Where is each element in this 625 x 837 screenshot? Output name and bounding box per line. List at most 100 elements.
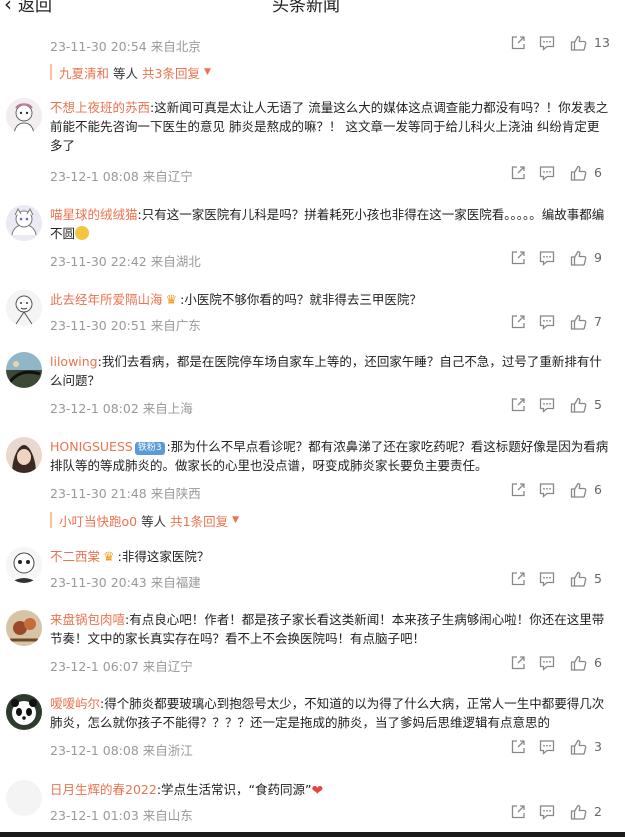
reply-count[interactable]: 共1条回复 (170, 511, 228, 530)
comment-meta: 23-11-30 21:48 来自陕西 (50, 486, 201, 501)
comment-text: HONIGSUESS 铁粉3:那为什么不早点看诊呢？都有浓鼻涕了还在家吃药呢？看这… (50, 439, 609, 473)
comment-icon[interactable] (539, 165, 555, 181)
comment-username[interactable]: HONIGSUESS (50, 439, 133, 454)
comment-actions: 5 (510, 397, 620, 415)
comment-text: 不二西棠 ♛:非得这家医院？ (50, 549, 210, 565)
comment-icon[interactable] (539, 804, 555, 820)
comment-username[interactable]: 此去经年所爱隔山海 (50, 292, 163, 307)
comment-text: 不想上夜班的苏西:这新闻可真是太让人无语了 流量这么大的媒体这点调查能力都没有吗… (50, 100, 609, 153)
caret-down-icon[interactable]: ▼ (204, 67, 211, 77)
heart-icon: ❤ (311, 783, 324, 799)
comment-icon[interactable] (539, 482, 555, 498)
avatar[interactable] (6, 780, 42, 816)
reply-user[interactable]: 九夏清和 (59, 63, 109, 82)
caret-down-icon[interactable]: ▼ (232, 515, 239, 525)
fan-badge: 铁粉3 (134, 442, 165, 455)
thumbs-up-icon[interactable] (570, 571, 588, 587)
comment-meta: 23-11-30 20:43 来自福建 (50, 575, 201, 590)
avatar[interactable] (6, 547, 42, 583)
share-icon[interactable] (510, 165, 526, 181)
like-count: 3 (594, 739, 602, 754)
avatar[interactable] (6, 290, 42, 326)
reply-text: 等人 (113, 65, 139, 81)
like-count: 7 (594, 314, 602, 329)
avatar[interactable] (6, 352, 42, 388)
like-count: 6 (594, 165, 602, 180)
comment-username[interactable]: 不想上夜班的苏西 (50, 100, 150, 115)
comment-icon[interactable] (539, 397, 555, 413)
like-count: 5 (594, 571, 602, 586)
share-icon[interactable] (510, 397, 526, 413)
like-count: 5 (594, 397, 602, 412)
top-nav-bar: ‹ 返回 头条新闻 (0, 0, 625, 18)
comment-item-top: 23-11-30 20:54 来自北京 13 九夏清和 等人 共3条回复 ▼ (0, 34, 625, 86)
thumbs-up-icon[interactable] (570, 165, 588, 181)
comment-actions: 5 (510, 571, 620, 589)
comment-username[interactable]: 不二西棠 (50, 549, 100, 564)
share-icon[interactable] (510, 314, 526, 330)
back-label: 返回 (18, 0, 52, 16)
comment-actions: 6 (510, 165, 620, 183)
comment-actions: 6 (510, 482, 620, 500)
share-icon[interactable] (510, 482, 526, 498)
comment-username[interactable]: 嗳嗳屿尔 (50, 696, 100, 711)
comment-icon[interactable] (539, 250, 555, 266)
reply-text: 等人 (141, 513, 167, 529)
comment-actions: 7 (510, 314, 620, 332)
comment-meta: 23-12-1 08:08 来自浙江 (50, 743, 193, 758)
comment-text: 喵星球的绒绒猫:只有这一家医院有儿科是吗？拼着耗死小孩也非得在这一家医院看。。。… (50, 207, 605, 241)
reply-summary[interactable]: 小叮当快跑o0 等人 共1条回复 ▼ (50, 510, 239, 530)
thumbs-up-icon[interactable] (570, 482, 588, 498)
comment-icon[interactable] (539, 655, 555, 671)
share-icon[interactable] (510, 655, 526, 671)
comment-actions: 2 (510, 804, 620, 822)
crown-icon: ♛ (103, 550, 115, 565)
thumbs-up-icon[interactable] (570, 397, 588, 413)
share-icon[interactable] (510, 571, 526, 587)
thumbs-up-icon[interactable] (570, 655, 588, 671)
reply-summary[interactable]: 九夏清和 等人 共3条回复 ▼ (50, 62, 211, 82)
share-icon[interactable] (510, 804, 526, 820)
share-icon[interactable] (510, 250, 526, 266)
comment-actions: 13 (510, 35, 620, 53)
comment-icon[interactable] (539, 571, 555, 587)
comment-text: 此去经年所爱隔山海 ♛:小医院不够你看的吗？就非得去三甲医院？ (50, 292, 422, 308)
comment-username[interactable]: 来盘锅包肉嘻 (50, 612, 125, 627)
page-title: 头条新闻 (272, 0, 340, 16)
share-icon[interactable] (510, 739, 526, 755)
avatar[interactable] (6, 694, 42, 730)
comment-username[interactable]: 日月生辉的春2022 (50, 782, 157, 797)
reply-count[interactable]: 共3条回复 (142, 63, 200, 82)
comment-meta: 23-12-1 01:03 来自山东 (50, 808, 193, 823)
comment-text: 日月生辉的春2022:学点生活常识，“食药同源”❤ (50, 782, 324, 799)
comment-meta: 23-11-30 22:42 来自湖北 (50, 254, 201, 269)
thumbs-up-icon[interactable] (570, 739, 588, 755)
reply-user[interactable]: 小叮当快跑o0 (59, 511, 137, 530)
comment-actions: 6 (510, 655, 620, 673)
comment-icon[interactable] (539, 35, 555, 51)
crown-icon: ♛ (165, 293, 178, 308)
comment-username[interactable]: lilowing (50, 354, 98, 369)
thumbs-up-icon[interactable] (570, 314, 588, 330)
comment-text: 来盘锅包肉嘻:有点良心吧！作者！都是孩子家长看这类新闻！本来孩子生病够闹心啦！你… (50, 612, 605, 646)
chevron-left-icon: ‹ (4, 0, 12, 16)
share-icon[interactable] (510, 35, 526, 51)
thumbs-up-icon[interactable] (570, 250, 588, 266)
thumbs-up-icon[interactable] (570, 804, 588, 820)
like-count: 2 (594, 804, 602, 819)
avatar[interactable] (6, 437, 42, 473)
comment-text: lilowing:我们去看病，都是在医院停车场自家车上等的，还回家午睡？自己不急… (50, 354, 602, 388)
comment-icon[interactable] (539, 314, 555, 330)
avatar[interactable] (6, 98, 42, 134)
avatar[interactable] (6, 610, 42, 646)
smile-emoji-icon (75, 226, 90, 240)
like-count: 9 (594, 250, 602, 265)
avatar[interactable] (6, 205, 42, 241)
comment-meta: 23-12-1 06:07 来自辽宁 (50, 659, 193, 674)
bottom-edge (0, 832, 625, 837)
thumbs-up-icon[interactable] (570, 35, 588, 51)
comment-icon[interactable] (539, 739, 555, 755)
comment-username[interactable]: 喵星球的绒绒猫 (50, 207, 138, 222)
back-button[interactable]: ‹ 返回 (4, 0, 52, 16)
comment-meta: 23-11-30 20:54 来自北京 (50, 39, 201, 54)
